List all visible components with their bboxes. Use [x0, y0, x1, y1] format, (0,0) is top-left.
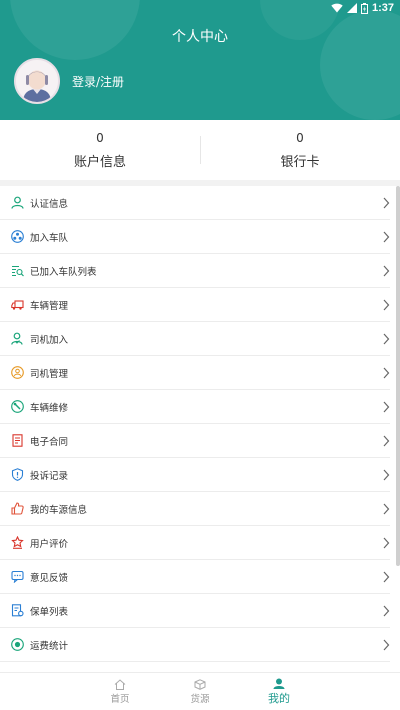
menu-item-label: 保单列表	[30, 606, 69, 618]
shield-icon	[10, 468, 24, 482]
chevron-right-icon	[383, 265, 390, 277]
chevron-right-icon	[383, 197, 390, 209]
chevron-right-icon	[383, 503, 390, 515]
menu-item-feedback[interactable]: 意见反馈	[0, 560, 390, 594]
nav-label: 我的	[268, 692, 290, 705]
nav-mine[interactable]: 我的	[263, 673, 295, 710]
menu-item-join-fleet[interactable]: 加入车队	[0, 220, 390, 254]
profile-header: 1:37 个人中心 登录/注册	[0, 0, 400, 120]
rating-icon	[10, 536, 24, 550]
chevron-right-icon	[383, 367, 390, 379]
chevron-right-icon	[383, 469, 390, 481]
driver-add-icon	[10, 332, 24, 346]
home-icon	[114, 679, 126, 690]
menu-item-policy-list[interactable]: 保单列表	[0, 594, 390, 628]
chevron-right-icon	[383, 401, 390, 413]
user-verify-icon	[10, 196, 24, 210]
chevron-right-icon	[383, 639, 390, 651]
avatar-icon	[16, 60, 58, 102]
menu-item-my-vehicle-source[interactable]: 我的车源信息	[0, 492, 390, 526]
chevron-right-icon	[383, 333, 390, 345]
menu-item-verify-info[interactable]: 认证信息	[0, 186, 390, 220]
nav-cargo-source[interactable]: 货源	[186, 673, 214, 710]
stat-label: 账户信息	[73, 154, 126, 170]
nav-label: 首页	[110, 694, 130, 705]
menu-item-joined-fleets[interactable]: 已加入车队列表	[0, 254, 390, 288]
cube-icon	[194, 679, 206, 690]
truck-icon	[10, 298, 24, 312]
battery-icon	[360, 2, 368, 14]
contract-icon	[10, 434, 24, 448]
menu-item-label: 司机管理	[30, 368, 69, 380]
login-register-link[interactable]: 登录/注册	[72, 73, 124, 90]
chevron-right-icon	[383, 537, 390, 549]
menu-item-driver-join[interactable]: 司机加入	[0, 322, 390, 356]
menu-item-label: 车辆维修	[30, 402, 69, 414]
menu-item-label: 已加入车队列表	[30, 266, 97, 278]
menu-item-complaint-records[interactable]: 投诉记录	[0, 458, 390, 492]
chevron-right-icon	[383, 435, 390, 447]
menu-item-label: 车辆管理	[30, 300, 69, 312]
stat-value: 0	[96, 130, 104, 145]
page-title: 个人中心	[172, 29, 228, 45]
profile-icon	[273, 678, 285, 689]
menu-item-driver-management[interactable]: 司机管理	[0, 356, 390, 390]
menu-item-label: 运费统计	[30, 640, 69, 652]
menu-item-user-reviews[interactable]: 用户评价	[0, 526, 390, 560]
menu-item-label: 司机加入	[30, 334, 69, 346]
status-time: 1:37	[371, 2, 394, 14]
wifi-icon	[331, 3, 343, 13]
stat-label: 银行卡	[280, 154, 320, 170]
menu-item-label: 我的车源信息	[30, 504, 88, 516]
avatar[interactable]	[14, 58, 60, 104]
driver-manage-icon	[10, 366, 24, 380]
signal-icon	[346, 3, 357, 13]
menu-list: 认证信息 加入车队 已加入车队列表 车辆管理 司机加入 司机管理 车辆维修 电子…	[0, 186, 400, 672]
menu-item-label: 电子合同	[30, 436, 69, 448]
chevron-right-icon	[383, 571, 390, 583]
chevron-right-icon	[383, 605, 390, 617]
stat-account-info[interactable]: 0 账户信息	[0, 120, 200, 180]
bottom-nav: 首页 货源 我的	[0, 672, 400, 710]
wrench-icon	[10, 400, 24, 414]
status-bar: 1:37	[0, 0, 400, 16]
menu-item-freight-stats[interactable]: 运费统计	[0, 628, 390, 662]
nav-label: 货源	[190, 694, 210, 705]
menu-item-label: 意见反馈	[30, 572, 69, 584]
policy-icon	[10, 604, 24, 618]
menu-item-vehicle-repair[interactable]: 车辆维修	[0, 390, 390, 424]
menu-item-label: 用户评价	[30, 538, 69, 550]
list-search-icon	[10, 264, 24, 278]
menu-item-label: 投诉记录	[30, 470, 69, 482]
chevron-right-icon	[383, 231, 390, 243]
thumb-icon	[10, 502, 24, 516]
stats-icon	[10, 638, 24, 652]
menu-item-e-contract[interactable]: 电子合同	[0, 424, 390, 458]
team-icon	[10, 230, 24, 244]
stat-value: 0	[296, 130, 304, 145]
feedback-icon	[10, 570, 24, 584]
menu-item-vehicle-management[interactable]: 车辆管理	[0, 288, 390, 322]
chevron-right-icon	[383, 299, 390, 311]
menu-item-label: 认证信息	[30, 198, 69, 210]
account-stats: 0 账户信息 0 银行卡	[0, 120, 400, 180]
scrollbar[interactable]	[396, 186, 400, 566]
stat-bank-card[interactable]: 0 银行卡	[200, 120, 400, 180]
menu-item-label: 加入车队	[30, 232, 69, 244]
nav-home[interactable]: 首页	[106, 673, 134, 710]
